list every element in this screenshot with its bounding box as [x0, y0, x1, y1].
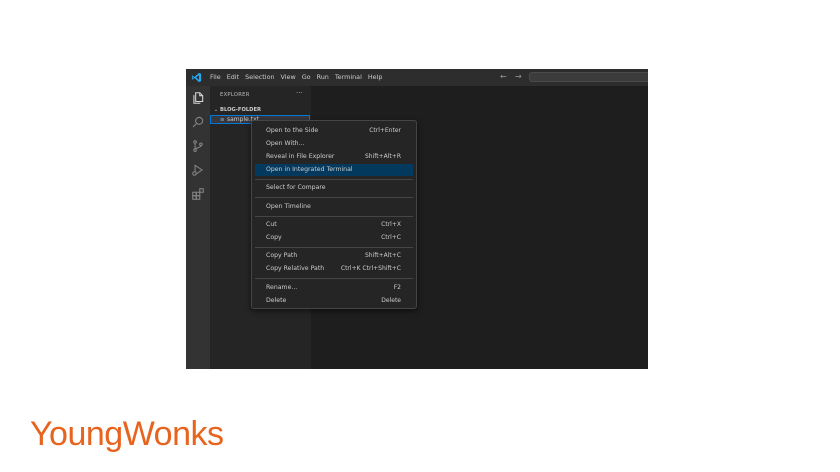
menu-go[interactable]: Go	[299, 69, 314, 86]
menu-item-shortcut: Ctrl+Enter	[369, 127, 401, 134]
menu-item-copy[interactable]: Copy Ctrl+C	[255, 232, 413, 244]
folder-name: BLOG-FOLDER	[220, 106, 261, 113]
context-menu: Open to the Side Ctrl+Enter Open With...…	[251, 120, 417, 309]
menu-edit[interactable]: Edit	[224, 69, 242, 86]
arrow-left-icon[interactable]: ←	[500, 72, 507, 82]
menu-item-reveal-in-explorer[interactable]: Reveal in File Explorer Shift+Alt+R	[255, 151, 413, 163]
menu-item-label: Open in Integrated Terminal	[266, 166, 353, 173]
title-bar: File Edit Selection View Go Run Terminal…	[186, 69, 648, 86]
arrow-right-icon[interactable]: →	[515, 72, 522, 82]
menu-file[interactable]: File	[207, 69, 224, 86]
menu-run[interactable]: Run	[314, 69, 332, 86]
folder-header[interactable]: ⌄ BLOG-FOLDER	[212, 105, 311, 114]
menu-item-label: Open Timeline	[266, 203, 311, 210]
menu-item-open-in-terminal[interactable]: Open in Integrated Terminal	[255, 164, 413, 176]
text-file-icon: ≡	[220, 116, 225, 123]
explorer-title: EXPLORER	[220, 92, 250, 98]
menu-separator	[255, 278, 413, 279]
files-icon[interactable]	[191, 91, 205, 105]
menu-item-copy-path[interactable]: Copy Path Shift+Alt+C	[255, 250, 413, 262]
command-center-search[interactable]	[529, 72, 648, 82]
extensions-icon[interactable]	[191, 187, 205, 201]
menu-item-label: Delete	[266, 297, 287, 304]
menu-item-cut[interactable]: Cut Ctrl+X	[255, 219, 413, 231]
menu-item-label: Rename...	[266, 284, 298, 291]
menu-item-label: Copy Path	[266, 252, 298, 259]
menu-terminal[interactable]: Terminal	[332, 69, 365, 86]
search-icon[interactable]	[191, 115, 205, 129]
menu-item-label: Copy Relative Path	[266, 265, 325, 272]
menu-item-label: Copy	[266, 234, 282, 241]
more-actions-icon[interactable]: ···	[296, 89, 303, 97]
menu-separator	[255, 216, 413, 217]
menu-item-label: Open With...	[266, 140, 305, 147]
menu-item-open-timeline[interactable]: Open Timeline	[255, 201, 413, 213]
menu-item-shortcut: Delete	[381, 297, 401, 304]
run-debug-icon[interactable]	[191, 163, 205, 177]
menu-item-label: Cut	[266, 221, 277, 228]
chevron-down-icon: ⌄	[213, 106, 219, 113]
menu-item-label: Open to the Side	[266, 127, 319, 134]
menu-item-shortcut: Shift+Alt+R	[365, 153, 401, 160]
menu-view[interactable]: View	[278, 69, 299, 86]
menu-separator	[255, 197, 413, 198]
menu-item-shortcut: Ctrl+X	[381, 221, 401, 228]
menu-item-label: Select for Compare	[266, 184, 326, 191]
menu-item-copy-relative-path[interactable]: Copy Relative Path Ctrl+K Ctrl+Shift+C	[255, 263, 413, 275]
menu-item-shortcut: F2	[393, 284, 401, 291]
menu-item-open-with[interactable]: Open With...	[255, 138, 413, 150]
menu-item-rename[interactable]: Rename... F2	[255, 282, 413, 294]
vscode-logo-icon	[191, 72, 202, 83]
menu-help[interactable]: Help	[365, 69, 386, 86]
menu-item-select-for-compare[interactable]: Select for Compare	[255, 182, 413, 194]
menu-item-shortcut: Ctrl+C	[381, 234, 401, 241]
menu-item-shortcut: Ctrl+K Ctrl+Shift+C	[340, 265, 401, 272]
menu-bar: File Edit Selection View Go Run Terminal…	[207, 69, 385, 86]
menu-selection[interactable]: Selection	[242, 69, 277, 86]
menu-item-open-to-side[interactable]: Open to the Side Ctrl+Enter	[255, 125, 413, 137]
youngwonks-logo: YoungWonks	[30, 415, 224, 453]
menu-item-label: Reveal in File Explorer	[266, 153, 335, 160]
menu-item-shortcut: Shift+Alt+C	[364, 252, 401, 259]
menu-item-delete[interactable]: Delete Delete	[255, 295, 413, 307]
menu-separator	[255, 179, 413, 180]
menu-separator	[255, 247, 413, 248]
source-control-icon[interactable]	[191, 139, 205, 153]
activity-bar	[186, 86, 210, 369]
